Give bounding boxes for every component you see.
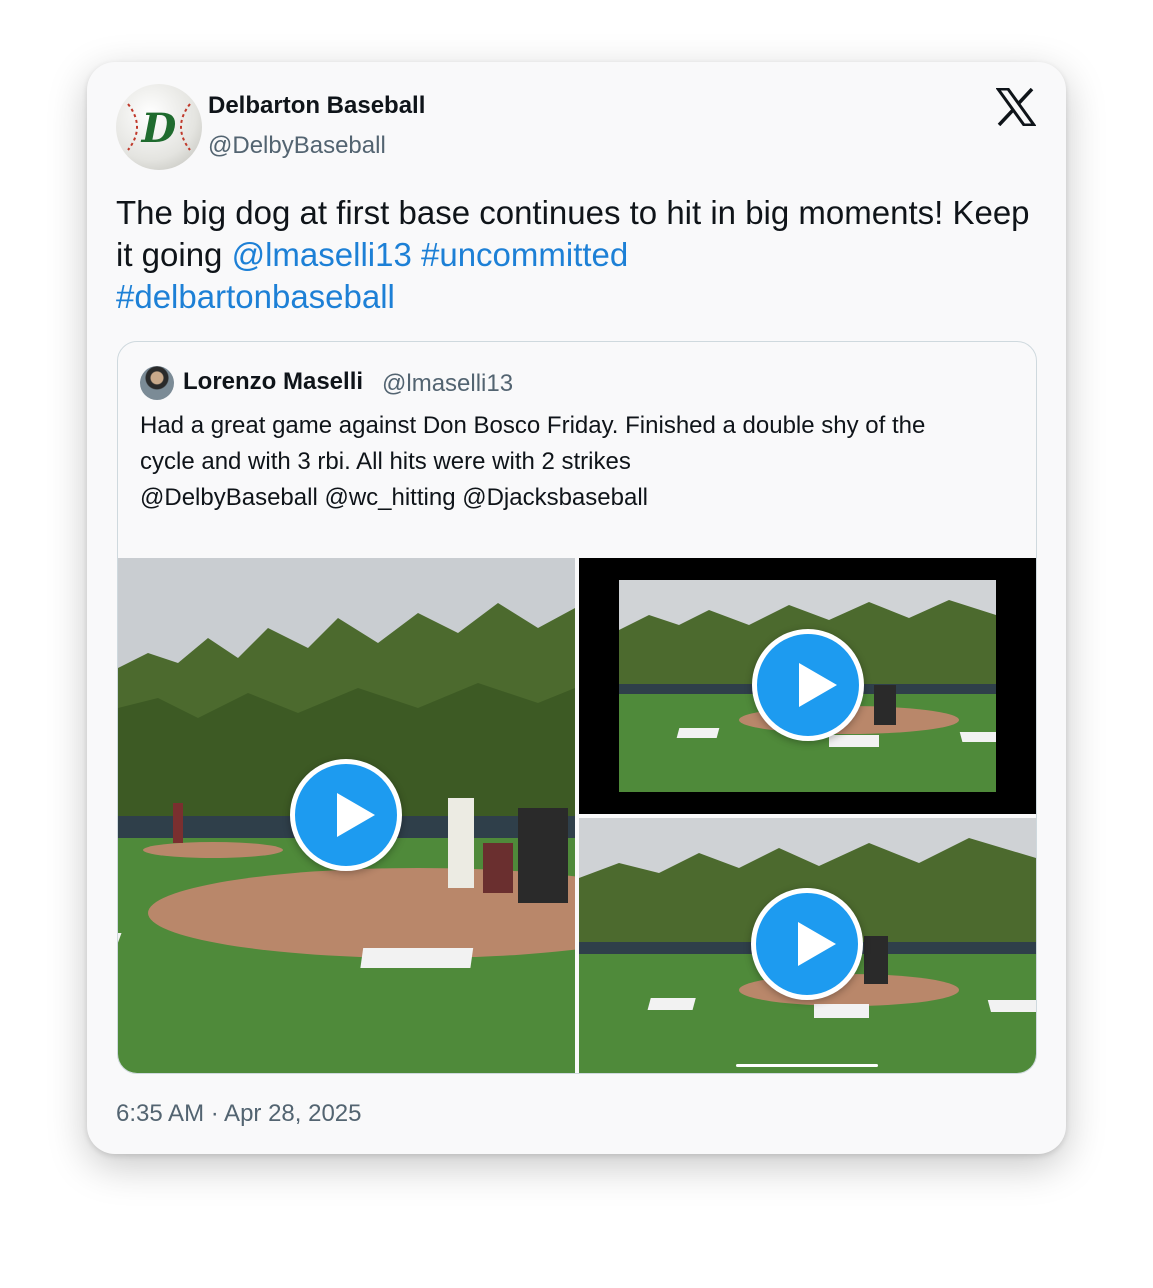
tweet-card: D Delbarton Baseball @DelbyBaseball The … <box>87 62 1066 1154</box>
quoted-text: Had a great game against Don Bosco Frida… <box>140 408 1020 516</box>
author-handle[interactable]: @DelbyBaseball <box>208 132 386 160</box>
quoted-text-line2: cycle and with 3 rbi. All hits were with… <box>140 448 631 475</box>
tweet-timestamp[interactable]: 6:35 AM · Apr 28, 2025 <box>116 1100 362 1128</box>
video-thumbnail-2[interactable] <box>579 558 1036 814</box>
mention-link[interactable]: @lmaselli13 <box>232 236 412 273</box>
svg-text:D: D <box>141 105 177 152</box>
play-icon[interactable] <box>752 629 864 741</box>
quoted-tweet[interactable]: Lorenzo Maselli @lmaselli13 Had a great … <box>117 341 1037 1074</box>
quoted-text-line3: @DelbyBaseball @wc_hitting @Djacksbaseba… <box>140 484 648 511</box>
hashtag-link-delbartonbaseball[interactable]: #delbartonbaseball <box>116 278 395 315</box>
author-avatar[interactable]: D <box>116 84 202 170</box>
video-thumbnail-3[interactable] <box>579 818 1036 1073</box>
hashtag-link-uncommitted[interactable]: #uncommitted <box>421 236 628 273</box>
play-icon[interactable] <box>290 759 402 871</box>
play-icon[interactable] <box>751 888 863 1000</box>
quoted-text-line1: Had a great game against Don Bosco Frida… <box>140 412 926 439</box>
baseball-d-logo-icon: D <box>127 103 191 152</box>
x-logo-icon[interactable] <box>996 88 1036 126</box>
quoted-author-name[interactable]: Lorenzo Maselli <box>183 368 363 396</box>
tweet-text: The big dog at first base continues to h… <box>116 192 1046 318</box>
video-scrubber[interactable] <box>736 1064 878 1067</box>
media-grid <box>118 558 1036 1073</box>
video-thumbnail-1[interactable] <box>118 558 575 1073</box>
author-name[interactable]: Delbarton Baseball <box>208 92 425 120</box>
quoted-author-avatar[interactable] <box>140 366 174 400</box>
quoted-author-handle[interactable]: @lmaselli13 <box>382 370 513 398</box>
